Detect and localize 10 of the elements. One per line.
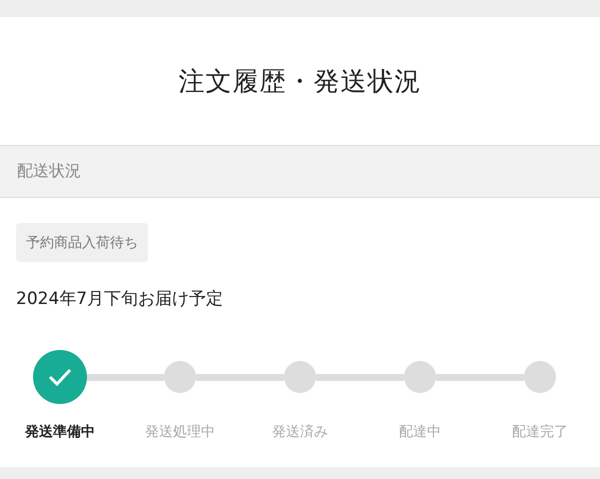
step-label: 発送準備中 [25, 423, 95, 442]
step-label: 配達中 [399, 423, 441, 442]
step-label: 発送済み [272, 423, 328, 442]
check-icon [48, 368, 72, 386]
page-title: 注文履歴・発送状況 [178, 66, 422, 98]
section-title: 配送状況 [17, 161, 81, 182]
delivery-estimate: 2024年7月下旬お届け予定 [16, 288, 224, 311]
step-label: 発送処理中 [145, 423, 215, 442]
step-label: 配達完了 [512, 423, 568, 442]
status-tag: 予約商品入荷待ち [16, 223, 148, 262]
